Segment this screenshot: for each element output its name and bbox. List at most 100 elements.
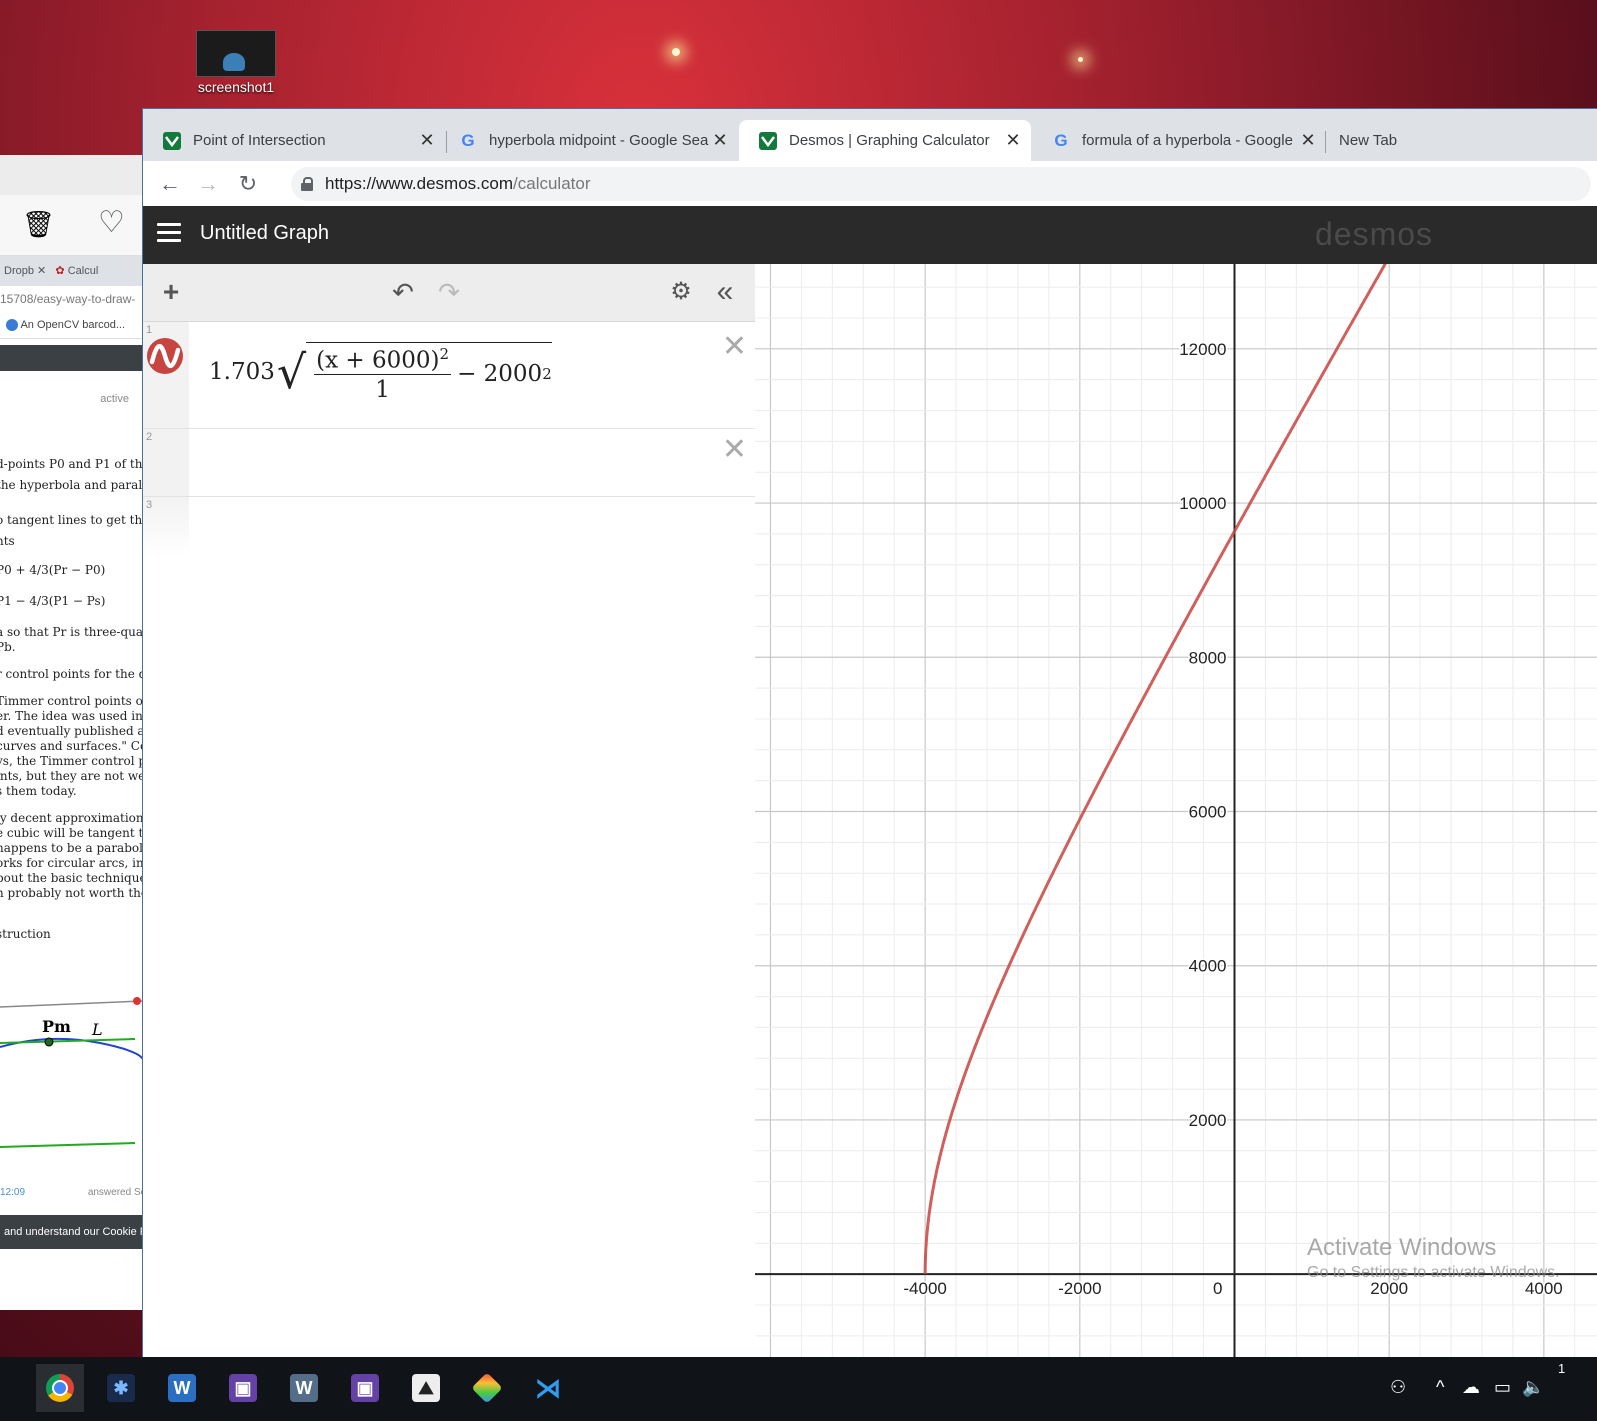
expr-minus-term: − 2000 bbox=[457, 360, 543, 387]
heart-icon[interactable]: ♡ bbox=[98, 205, 125, 240]
expression-index: 3 bbox=[146, 499, 153, 511]
diagram-label-l: L bbox=[91, 1020, 103, 1039]
watermark-line1: Activate Windows bbox=[1307, 1234, 1497, 1261]
hamburger-menu-icon[interactable] bbox=[157, 223, 181, 243]
network-icon[interactable]: ▭ bbox=[1494, 1377, 1511, 1398]
desmos-icon bbox=[759, 131, 777, 150]
wallpaper-star bbox=[672, 48, 680, 56]
onedrive-icon[interactable]: ☁ bbox=[1462, 1377, 1480, 1398]
numerator-exponent: 2 bbox=[439, 345, 450, 363]
bg-text-line: a so that Pr is three-quar bbox=[0, 625, 144, 639]
close-tab-icon[interactable]: ✕ bbox=[417, 130, 437, 151]
collapse-panel-icon[interactable]: « bbox=[709, 276, 741, 308]
bookmark-icon bbox=[6, 319, 18, 332]
tab-point-of-intersection[interactable]: Point of Intersection ✕ bbox=[143, 120, 445, 161]
expression-gutter: 3 bbox=[143, 497, 189, 557]
desmos-logo: desmos bbox=[1315, 216, 1434, 252]
bg-window-toolbar: 🗑 ♡ bbox=[0, 195, 143, 256]
expression-row-2[interactable]: 2 ✕ bbox=[143, 429, 755, 497]
tab-formula-hyperbola[interactable]: G formula of a hyperbola - Google ✕ bbox=[1032, 120, 1326, 161]
x-tick-label: -4000 bbox=[903, 1279, 946, 1298]
photos-icon[interactable]: ⛰ bbox=[402, 1364, 450, 1412]
chevron-up-icon[interactable]: ^ bbox=[1436, 1377, 1444, 1398]
close-tab-icon[interactable]: ✕ bbox=[710, 130, 730, 151]
y-tick-label: 12000 bbox=[1179, 340, 1226, 359]
close-tab-icon[interactable]: ✕ bbox=[1003, 130, 1023, 151]
vscode-icon[interactable]: ⋊ bbox=[524, 1364, 572, 1412]
forward-arrow-icon[interactable]: → bbox=[193, 169, 223, 199]
graph-canvas[interactable]: -4000 -2000 0 2000 4000 2000 4000 6000 8000 10000… bbox=[755, 264, 1597, 1359]
constant-exponent: 2 bbox=[542, 364, 552, 383]
x-tick-label: -2000 bbox=[1058, 1279, 1101, 1298]
bg-url[interactable]: 15708/easy-way-to-draw- bbox=[0, 286, 143, 312]
navigation-bar: ← → ↻ https://www.desmos.com/calculator bbox=[143, 161, 1597, 207]
bg-text-line: ints, but they are not well k bbox=[0, 769, 144, 783]
cookie-banner: and understand our Cookie P bbox=[0, 1215, 143, 1249]
bg-bookmark[interactable]: An OpenCV barcod... bbox=[0, 312, 143, 339]
bg-text-line: the hyperbola and parallel bbox=[0, 478, 143, 492]
expression-panel: + ↶ ↷ ⚙ « 1 1.703 √ (x + 6000)2 1 − 2000… bbox=[143, 264, 756, 1359]
bg-tab-calc[interactable]: Calcul bbox=[68, 265, 99, 277]
bg-diagram: Pm L bbox=[0, 997, 143, 1148]
twitch-icon[interactable]: ▣ bbox=[219, 1364, 267, 1412]
expr-coefficient: 1.703 bbox=[209, 359, 275, 386]
word-icon[interactable]: W bbox=[158, 1364, 206, 1412]
git-icon[interactable] bbox=[463, 1364, 511, 1412]
graph-paper[interactable]: -4000 -2000 0 2000 4000 2000 4000 6000 8000 10000… bbox=[755, 264, 1597, 1359]
bg-tab-dropbox[interactable]: Dropb bbox=[4, 265, 34, 277]
sqrt-symbol: √ bbox=[276, 345, 307, 400]
bg-text-line: n probably not worth the tr bbox=[0, 886, 143, 900]
expression-row-3[interactable]: 3 bbox=[143, 497, 755, 557]
tab-new-tab[interactable]: New Tab bbox=[1319, 120, 1579, 161]
address-bar[interactable]: https://www.desmos.com/calculator bbox=[291, 167, 1591, 201]
google-icon: G bbox=[1054, 130, 1068, 150]
tab-title: Desmos | Graphing Calculator bbox=[789, 132, 990, 149]
trash-icon[interactable]: 🗑 bbox=[22, 209, 55, 240]
desktop-icon-label: screenshot1 bbox=[197, 79, 275, 95]
tab-desmos[interactable]: Desmos | Graphing Calculator ✕ bbox=[739, 120, 1031, 161]
volume-icon[interactable]: 🔈 bbox=[1522, 1377, 1544, 1398]
y-tick-label: 8000 bbox=[1189, 648, 1227, 667]
tab-title: hyperbola midpoint - Google Sea bbox=[489, 132, 709, 149]
reload-icon[interactable]: ↻ bbox=[233, 169, 263, 199]
bg-window-tabs[interactable]: Dropb ✕ ✿ Calcul bbox=[0, 256, 143, 286]
unity-icon[interactable]: ✱ bbox=[97, 1364, 145, 1412]
function-curve bbox=[923, 264, 1387, 1275]
back-arrow-icon[interactable]: ← bbox=[155, 169, 185, 199]
expression-math[interactable]: 1.703 √ (x + 6000)2 1 − 2000 2 bbox=[209, 342, 552, 403]
word-icon[interactable]: W bbox=[280, 1364, 328, 1412]
url-path: /calculator bbox=[513, 174, 591, 193]
activate-windows-watermark: Activate Windows Go to Settings to activ… bbox=[1307, 1234, 1560, 1282]
expression-row-1[interactable]: 1 1.703 √ (x + 6000)2 1 − 2000 2 ✕ bbox=[143, 322, 755, 429]
close-tab-icon[interactable]: ✕ bbox=[1298, 130, 1318, 151]
background-browser-window[interactable]: 🗑 ♡ Dropb ✕ ✿ Calcul 15708/easy-way-to-d… bbox=[0, 155, 144, 1310]
clock[interactable]: 1 bbox=[1558, 1361, 1565, 1376]
bg-dark-bar bbox=[0, 345, 143, 371]
graph-color-icon[interactable] bbox=[147, 338, 183, 374]
people-icon[interactable]: ⚇ bbox=[1390, 1377, 1406, 1398]
settings-gear-icon[interactable]: ⚙ bbox=[665, 276, 697, 308]
bg-answer-text: d-points P0 and P1 of the the hyperbola … bbox=[0, 457, 143, 942]
graph-title[interactable]: Untitled Graph bbox=[200, 222, 329, 245]
bg-text-line: curves and surfaces." Com bbox=[0, 739, 143, 753]
tab-title: formula of a hyperbola - Google bbox=[1082, 132, 1293, 149]
bg-text-line: d-points P0 and P1 of the bbox=[0, 457, 144, 471]
bg-text-line: nts bbox=[0, 534, 15, 548]
tab-bar: Point of Intersection ✕ G hyperbola midp… bbox=[143, 109, 1597, 161]
x-tick-label: 4000 bbox=[1525, 1279, 1563, 1298]
bg-text-line: bout the basic technique a bbox=[0, 871, 144, 885]
desktop-icon-screenshot1[interactable]: screenshot1 bbox=[196, 30, 276, 95]
delete-expression-icon[interactable]: ✕ bbox=[722, 332, 747, 362]
tab-title: Point of Intersection bbox=[193, 132, 326, 149]
delete-expression-icon[interactable]: ✕ bbox=[722, 435, 747, 465]
undo-icon[interactable]: ↶ bbox=[387, 276, 419, 308]
bg-text-line: P0 + 4/3(Pr − P0) bbox=[0, 563, 106, 577]
chrome-icon[interactable] bbox=[36, 1364, 84, 1412]
add-expression-icon[interactable]: + bbox=[155, 276, 187, 308]
twitch-icon[interactable]: ▣ bbox=[341, 1364, 389, 1412]
fraction-denominator: 1 bbox=[375, 376, 390, 403]
bg-active-label: active bbox=[100, 393, 129, 405]
tab-hyperbola-midpoint[interactable]: G hyperbola midpoint - Google Sea ✕ bbox=[439, 120, 738, 161]
x-tick-label: 2000 bbox=[1370, 1279, 1408, 1298]
redo-icon[interactable]: ↷ bbox=[433, 276, 465, 308]
